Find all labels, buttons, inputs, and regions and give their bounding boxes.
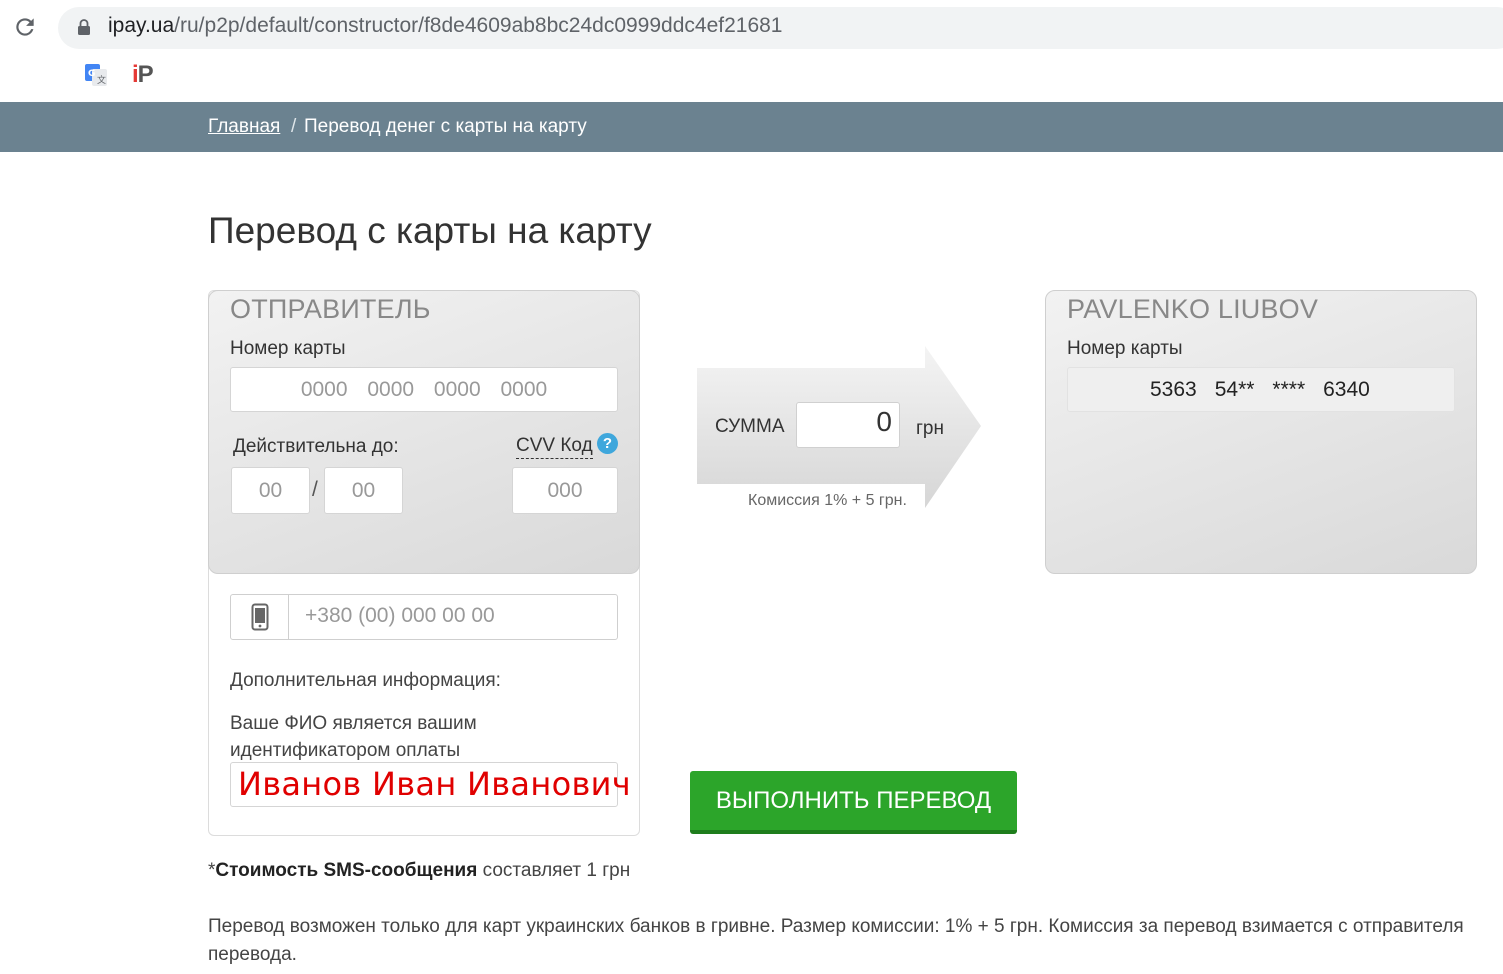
- breadcrumb-separator: /: [291, 116, 297, 137]
- phone-icon-wrapper: [231, 595, 289, 639]
- receiver-card: [1045, 290, 1477, 574]
- receiver-card-part: 6340: [1323, 377, 1370, 401]
- translate-icon[interactable]: G 文: [84, 63, 108, 87]
- sender-heading: ОТПРАВИТЕЛЬ: [230, 294, 431, 324]
- expiry-label: Действительна до:: [233, 436, 399, 457]
- additional-info-label: Дополнительная информация:: [230, 670, 501, 691]
- receiver-card-part: 54**: [1214, 377, 1255, 401]
- expiry-month-input[interactable]: 00: [231, 467, 310, 514]
- ipay-extension-icon[interactable]: iP: [132, 61, 154, 89]
- fio-value: Иванов Иван Иванович: [238, 765, 631, 803]
- reload-icon[interactable]: [12, 14, 38, 40]
- sender-card: [208, 290, 640, 574]
- receiver-card-number: 5363 54** **** 6340: [1067, 367, 1455, 412]
- cvv-input[interactable]: 000: [512, 467, 618, 514]
- phone-placeholder[interactable]: +380 (00) 000 00 00: [305, 604, 495, 628]
- svg-text:G: G: [88, 69, 95, 79]
- url-path: /ru/p2p/default/constructor/f8de4609ab8b…: [174, 14, 783, 37]
- submit-transfer-button[interactable]: ВЫПОЛНИТЬ ПЕРЕВОД: [690, 771, 1017, 834]
- receiver-card-part: ****: [1272, 377, 1306, 401]
- breadcrumb-current: Перевод денег с карты на карту: [304, 116, 587, 137]
- fio-note: Ваше ФИО является вашим идентификатором …: [230, 713, 477, 761]
- receiver-card-part: 5363: [1150, 377, 1197, 401]
- sender-card-label: Номер карты: [230, 338, 346, 359]
- amount-label: СУММА: [715, 416, 785, 437]
- breadcrumb-home-link[interactable]: Главная: [208, 116, 280, 138]
- url-host: ipay.ua: [108, 14, 175, 37]
- help-icon[interactable]: ?: [597, 433, 618, 454]
- sms-cost-note: *Стоимость SMS-сообщения составляет 1 гр…: [208, 860, 631, 881]
- transfer-conditions-note: Перевод возможен только для карт украинс…: [208, 916, 1464, 965]
- amount-currency: грн: [916, 418, 944, 439]
- amount-value: 0: [876, 406, 892, 437]
- page-title: Перевод с карты на карту: [208, 210, 652, 251]
- url-text[interactable]: ipay.ua/ru/p2p/default/constructor/f8de4…: [108, 14, 783, 38]
- sender-card-number-input[interactable]: 0000 0000 0000 0000: [230, 367, 618, 412]
- mobile-phone-icon: [251, 603, 268, 631]
- extensions-bar: [0, 56, 1503, 102]
- expiry-slash: /: [312, 478, 318, 501]
- expiry-year-input[interactable]: 00: [324, 467, 403, 514]
- svg-text:文: 文: [97, 74, 106, 86]
- receiver-card-label: Номер карты: [1067, 338, 1183, 359]
- receiver-heading: PAVLENKO LIUBOV: [1067, 294, 1319, 324]
- cvv-label[interactable]: CVV Код: [516, 435, 593, 459]
- lock-icon[interactable]: [76, 18, 92, 36]
- commission-note: Комиссия 1% + 5 грн.: [748, 492, 907, 509]
